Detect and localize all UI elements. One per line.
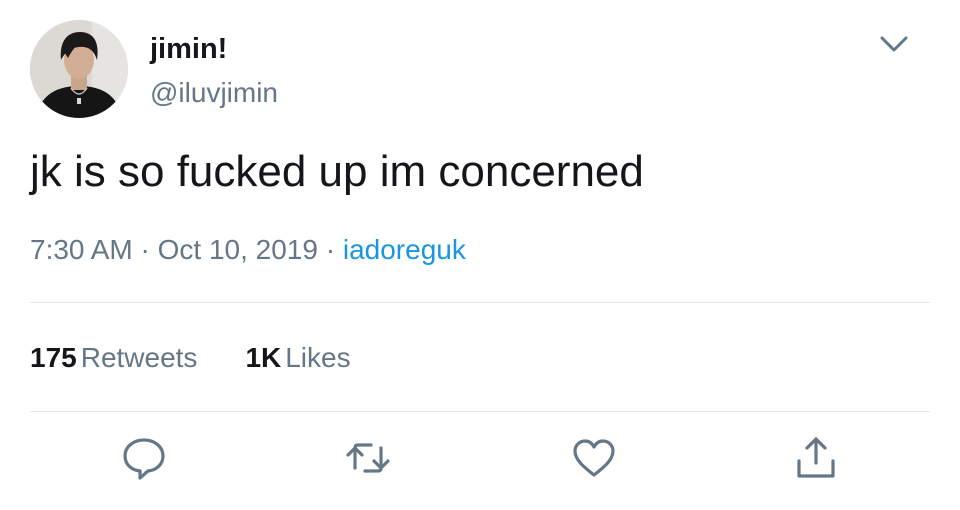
- retweet-icon[interactable]: [344, 434, 392, 482]
- retweets-label: Retweets: [80, 342, 198, 373]
- likes-stat[interactable]: 1K Likes: [245, 340, 350, 376]
- divider: [30, 411, 930, 412]
- meta-separator: ·: [325, 234, 336, 265]
- user-handle[interactable]: @iluvjimin: [150, 76, 278, 110]
- share-icon[interactable]: [792, 434, 840, 482]
- tweet-stats: 175 Retweets 1K Likes: [30, 340, 351, 376]
- likes-count: 1K: [245, 342, 282, 373]
- tweet-time[interactable]: 7:30 AM: [30, 234, 133, 265]
- avatar[interactable]: [30, 20, 128, 118]
- divider: [30, 302, 930, 303]
- tweet-source-link[interactable]: iadoreguk: [343, 234, 466, 265]
- tweet-date[interactable]: Oct 10, 2019: [158, 234, 318, 265]
- retweets-stat[interactable]: 175 Retweets: [30, 340, 197, 376]
- likes-label: Likes: [285, 342, 351, 373]
- reply-icon[interactable]: [120, 434, 168, 482]
- tweet-card: jimin! @iluvjimin jk is so fucked up im …: [0, 0, 960, 510]
- tweet-meta: 7:30 AM · Oct 10, 2019 · iadoreguk: [30, 232, 466, 268]
- tweet-text: jk is so fucked up im concerned: [30, 147, 644, 196]
- display-name[interactable]: jimin!: [150, 32, 227, 66]
- chevron-down-icon[interactable]: [874, 28, 914, 60]
- retweets-count: 175: [30, 342, 77, 373]
- heart-icon[interactable]: [570, 434, 618, 482]
- meta-separator: ·: [140, 234, 150, 265]
